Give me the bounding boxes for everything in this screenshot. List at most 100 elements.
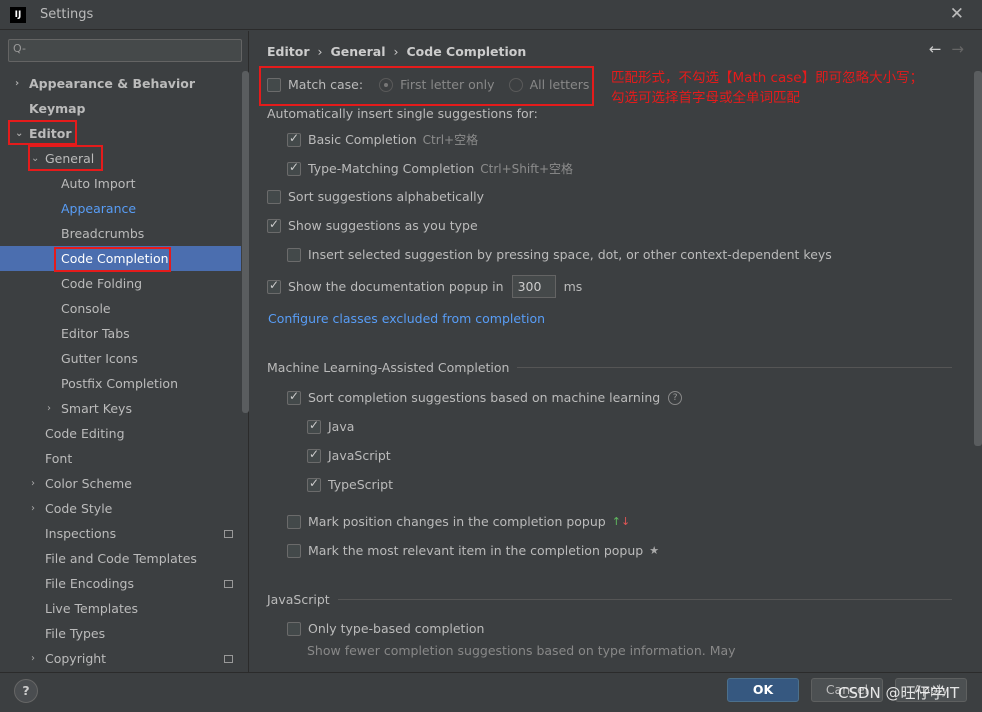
highlight-general (28, 145, 103, 171)
tree-item[interactable]: File and Code Templates (0, 546, 241, 571)
mark-position-checkbox[interactable] (287, 514, 301, 529)
tree-item-label: Live Templates (45, 601, 139, 616)
main-panel: Editor › General › Code Completion ← → Match … (250, 31, 982, 672)
sidebar-scrollbar[interactable] (242, 71, 249, 413)
main-scrollbar[interactable] (974, 71, 982, 446)
all-letters-label: All letters (529, 77, 590, 92)
button-bar: ? OK Cancel Apply (0, 672, 982, 712)
javascript-checkbox[interactable] (307, 447, 321, 463)
first-letter-label: First letter only (400, 77, 495, 92)
breadcrumb: Editor › General › Code Completion (267, 44, 527, 59)
only-type-label: Only type-based completion (308, 621, 485, 636)
tree-item-label: Appearance & Behavior (29, 76, 195, 91)
breadcrumb-item[interactable]: Editor (267, 44, 310, 59)
window-title: Settings (40, 7, 94, 22)
help-button[interactable]: ? (14, 679, 38, 703)
tree-item[interactable]: Appearance (0, 196, 241, 221)
tree-item[interactable]: Auto Import (0, 171, 241, 196)
doc-popup-label: Show the documentation popup in (288, 279, 504, 294)
chevron-right-icon[interactable]: › (31, 496, 35, 521)
chevron-right-icon[interactable]: › (31, 646, 35, 671)
java-checkbox[interactable] (307, 418, 321, 434)
typescript-checkbox[interactable] (307, 476, 321, 492)
search-input[interactable]: Q- (8, 39, 242, 62)
tree-item[interactable]: › Appearance & Behavior (0, 71, 241, 96)
help-icon[interactable]: ? (668, 390, 683, 405)
sidebar: Q- › Appearance & Behavior Keymap ⌄ Editor ⌄ G… (0, 31, 249, 672)
tree-item[interactable]: Gutter Icons (0, 346, 241, 371)
match-case-row: Match case: First letter only All letter… (267, 77, 589, 92)
tree-item[interactable]: Code Editing (0, 421, 241, 446)
tree-item-label: Editor Tabs (61, 326, 130, 341)
tree-item-label: Code Folding (61, 276, 143, 291)
highlight-code-completion (54, 247, 171, 272)
project-settings-icon (224, 580, 233, 588)
configure-excluded-link[interactable]: Configure classes excluded from completi… (268, 311, 545, 326)
chevron-right-icon[interactable]: › (47, 396, 51, 421)
tree-item[interactable]: › Copyright (0, 646, 241, 671)
type-matching-checkbox[interactable] (287, 160, 301, 176)
intellij-logo: IJ (10, 7, 26, 23)
ok-button[interactable]: OK (727, 678, 799, 702)
type-matching-label: Type-Matching Completion (308, 161, 475, 176)
close-icon[interactable]: ✕ (950, 4, 964, 24)
insert-space-checkbox[interactable] (287, 247, 301, 262)
tree-item-label: Color Scheme (45, 476, 132, 491)
chevron-right-icon[interactable]: › (15, 71, 19, 96)
tree-item[interactable]: File Encodings (0, 571, 241, 596)
search-icon: Q- (13, 42, 26, 55)
javascript-label: JavaScript (328, 448, 391, 463)
tree-item-label: Inspections (45, 526, 117, 541)
tree-item[interactable]: › Code Style (0, 496, 241, 521)
sort-alpha-label: Sort suggestions alphabetically (288, 189, 485, 204)
title-bar: IJ Settings ✕ (0, 0, 982, 30)
up-down-arrows-icon: ↑↓ (611, 515, 631, 528)
project-settings-icon (224, 655, 233, 663)
show-as-type-checkbox[interactable] (267, 217, 281, 233)
first-letter-radio[interactable] (379, 77, 394, 92)
doc-popup-checkbox[interactable] (267, 278, 281, 294)
tree-item-label: Copyright (45, 651, 107, 666)
tree-item-label: File Types (45, 626, 106, 641)
tree-item-label: Smart Keys (61, 401, 132, 416)
only-type-description: Show fewer completion suggestions based … (307, 643, 736, 658)
only-type-checkbox[interactable] (287, 621, 301, 636)
tree-item[interactable]: Inspections (0, 521, 241, 546)
basic-completion-label: Basic Completion (308, 132, 417, 147)
mark-position-label: Mark position changes in the completion … (308, 514, 606, 529)
match-case-checkbox[interactable] (267, 77, 281, 92)
breadcrumb-item[interactable]: General (331, 44, 386, 59)
project-settings-icon (224, 530, 233, 538)
tree-item[interactable]: Code Folding (0, 271, 241, 296)
forward-icon[interactable]: → (951, 40, 964, 58)
ml-sort-checkbox[interactable] (287, 389, 301, 405)
highlight-editor (8, 120, 77, 145)
tree-item[interactable]: Font (0, 446, 241, 471)
tree-item-label: Gutter Icons (61, 351, 138, 366)
back-icon[interactable]: ← (929, 40, 942, 58)
tree-item[interactable]: Console (0, 296, 241, 321)
java-label: Java (328, 419, 355, 434)
annotation: 匹配形式，不勾选【Math case】即可忽略大小写； 勾选可选择首字母或全单词匹… (611, 70, 924, 106)
tree-item-label: File and Code Templates (45, 551, 197, 566)
mark-relevant-checkbox[interactable] (287, 543, 301, 558)
chevron-right-icon[interactable]: › (31, 471, 35, 496)
match-case-label: Match case: (288, 77, 364, 92)
sort-alpha-checkbox[interactable] (267, 189, 281, 204)
doc-delay-input[interactable]: 300 (511, 275, 556, 298)
tree-item[interactable]: Postfix Completion (0, 371, 241, 396)
tree-item[interactable]: Live Templates (0, 596, 241, 621)
basic-completion-checkbox[interactable] (287, 131, 301, 147)
breadcrumb-item: Code Completion (406, 44, 527, 59)
tree-item[interactable]: › Color Scheme (0, 471, 241, 496)
tree-item-label: Code Editing (45, 426, 125, 441)
ml-section-header: Machine Learning-Assisted Completion (267, 360, 952, 375)
tree-item[interactable]: Breadcrumbs (0, 221, 241, 246)
unit-label: ms (563, 279, 583, 294)
tree-item[interactable]: Editor Tabs (0, 321, 241, 346)
tree-item[interactable]: › Smart Keys (0, 396, 241, 421)
all-letters-radio[interactable] (508, 77, 523, 92)
tree-item[interactable]: File Types (0, 621, 241, 646)
star-icon: ★ (649, 544, 660, 557)
tree-item[interactable]: Keymap (0, 96, 241, 121)
